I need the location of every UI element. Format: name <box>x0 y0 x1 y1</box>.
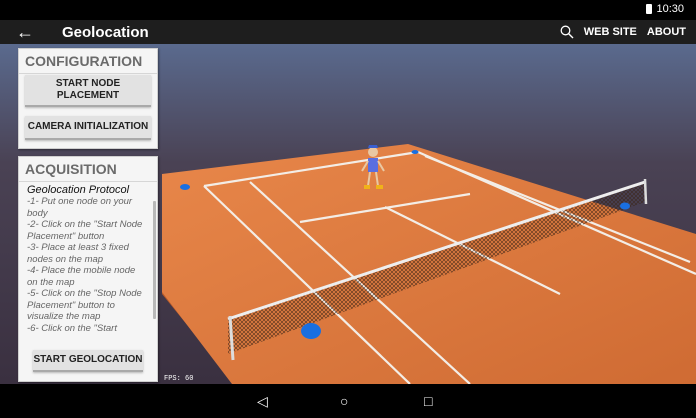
camera-initialization-button[interactable]: CAMERA INITIALIZATION <box>25 116 151 140</box>
about-button[interactable]: ABOUT <box>647 26 686 38</box>
protocol-scroll-area[interactable]: Geolocation Protocol -1- Put one node on… <box>19 181 153 346</box>
protocol-step: -3- Place at least 3 fixed nodes on the … <box>27 242 129 265</box>
protocol-title: Geolocation Protocol <box>27 184 130 196</box>
protocol-step: -4- Place the mobile node on the map <box>27 265 136 288</box>
app-actions: WEB SITE ABOUT <box>560 25 686 39</box>
protocol-step: -2- Click on the "Start Node Placement" … <box>27 219 143 242</box>
nav-bar: ◁ ○ □ <box>0 384 696 418</box>
protocol-scrollbar[interactable] <box>153 201 156 319</box>
search-icon[interactable] <box>560 25 574 39</box>
configuration-title: CONFIGURATION <box>19 49 157 74</box>
net-post-right <box>643 178 648 205</box>
app-bar: ← Geolocation WEB SITE ABOUT <box>0 20 696 44</box>
protocol-step: -5- Click on the "Stop Node Placement" b… <box>27 288 142 322</box>
app-title: Geolocation <box>62 24 149 41</box>
configuration-panel: CONFIGURATION START NODE PLACEMENT CAMER… <box>18 48 158 149</box>
website-button[interactable]: WEB SITE <box>584 26 637 38</box>
start-node-placement-button[interactable]: START NODE PLACEMENT <box>25 75 151 107</box>
nav-home-icon[interactable]: ○ <box>340 392 348 410</box>
nav-recents-icon[interactable]: □ <box>424 392 432 410</box>
acquisition-panel: ACQUISITION Geolocation Protocol -1- Put… <box>18 156 158 382</box>
nav-back-icon[interactable]: ◁ <box>257 392 268 410</box>
fixed-node[interactable] <box>411 150 419 154</box>
arrow-back-icon[interactable]: ← <box>16 22 34 42</box>
fixed-node[interactable] <box>180 184 190 190</box>
status-bar: 10:30 <box>0 0 696 20</box>
acquisition-title: ACQUISITION <box>19 157 157 182</box>
fps-counter: FPS: 60 <box>164 375 194 383</box>
fixed-node[interactable] <box>620 202 630 210</box>
protocol-steps: -1- Put one node on your body -2- Click … <box>19 196 153 334</box>
battery-icon <box>646 4 653 14</box>
clock: 10:30 <box>656 3 684 15</box>
fixed-node[interactable] <box>301 323 321 339</box>
protocol-step: -1- Put one node on your body <box>27 196 133 219</box>
status-right: 10:30 <box>646 3 684 15</box>
start-geolocation-button[interactable]: START GEOLOCATION <box>33 350 143 372</box>
protocol-step: -6- Click on the "Start <box>27 322 117 334</box>
